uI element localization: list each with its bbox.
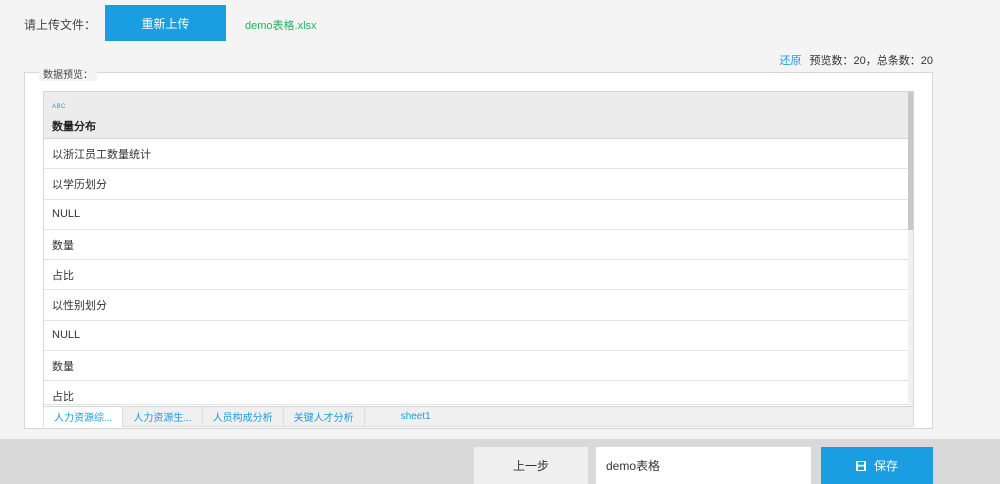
table-row: NULL xyxy=(44,200,913,230)
floppy-disk-icon xyxy=(855,460,866,471)
sheet-tab[interactable]: 人力资源生... xyxy=(123,406,203,427)
restore-link[interactable]: 还原 xyxy=(780,52,802,68)
preview-stats: 还原 预览数：20，总条数：20 xyxy=(780,52,933,68)
save-button-label: 保存 xyxy=(873,459,898,473)
save-button[interactable]: 保存 xyxy=(821,447,933,484)
table-header: ABC 数量分布 xyxy=(44,92,913,139)
sheet-tab-bar: 人力资源综... 人力资源生... 人员构成分析 关键人才分析 sheet1 xyxy=(43,406,914,427)
table-row: 数量 xyxy=(44,230,913,261)
sheet-tab[interactable]: sheet1 xyxy=(365,407,441,427)
previous-step-button[interactable]: 上一步 xyxy=(474,447,588,484)
sheet-tab[interactable]: 人员构成分析 xyxy=(203,406,284,427)
table-row: 以浙江员工数量统计 xyxy=(44,139,913,170)
column-header[interactable]: 数量分布 xyxy=(52,118,96,134)
scrollbar-thumb[interactable] xyxy=(908,92,913,230)
data-preview-legend: 数据预览： xyxy=(39,66,97,81)
sheet-tab[interactable]: 关键人才分析 xyxy=(284,406,365,427)
table-name-input[interactable] xyxy=(596,447,811,484)
table-row: NULL xyxy=(44,321,913,352)
preview-count-text: 预览数：20，总条数：20 xyxy=(809,55,933,67)
table-row: 占比 xyxy=(44,381,913,406)
table-row: 占比 xyxy=(44,260,913,291)
footer-bar: 上一步 保存 xyxy=(0,439,1000,484)
table-row: 以学历划分 xyxy=(44,169,913,200)
uploaded-file-name: demo表格.xlsx xyxy=(245,20,317,32)
vertical-scrollbar[interactable] xyxy=(908,92,913,406)
sheet-tab[interactable]: 人力资源综... xyxy=(44,406,124,427)
table-row: 数量 xyxy=(44,351,913,382)
preview-table: ABC 数量分布 以浙江员工数量统计 以学历划分 NULL 数量 占比 以性别划… xyxy=(43,91,914,407)
table-row: 以性别划分 xyxy=(44,290,913,321)
upload-label: 请上传文件： xyxy=(24,18,97,32)
reupload-button[interactable]: 重新上传 xyxy=(105,5,226,41)
data-preview-panel: 数据预览： ABC 数量分布 以浙江员工数量统计 以学历划分 NULL 数量 占… xyxy=(24,66,933,429)
column-type-tag: ABC xyxy=(52,104,66,110)
